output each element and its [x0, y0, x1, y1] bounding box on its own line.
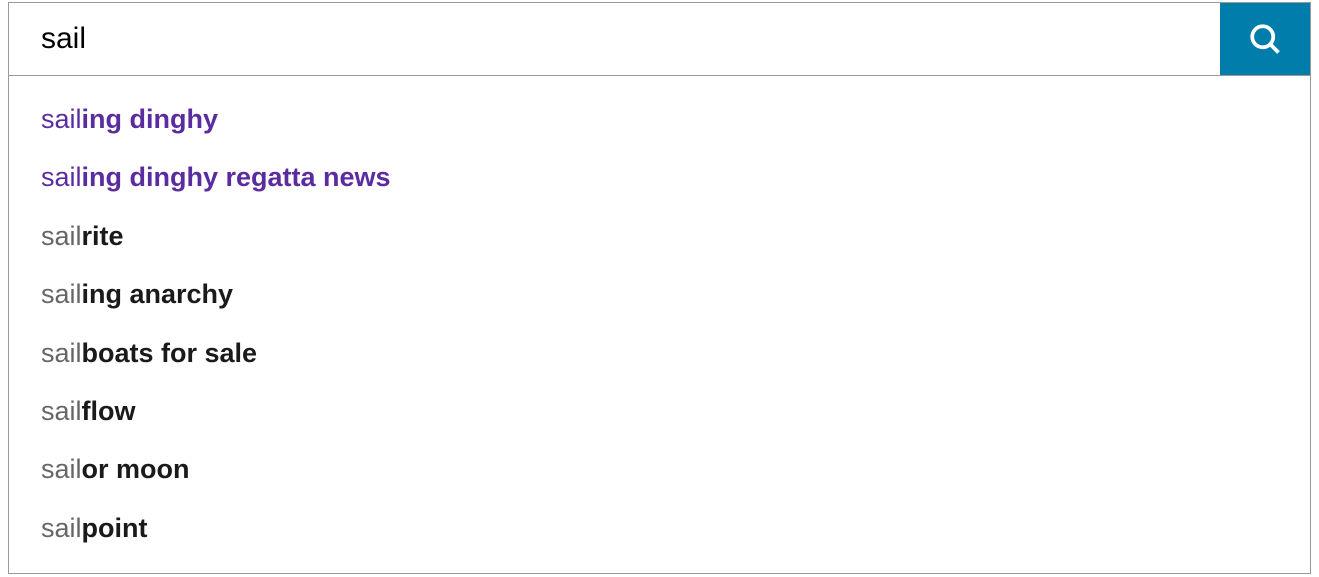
- search-bar: [8, 2, 1311, 76]
- suggestion-completion: or moon: [82, 454, 190, 484]
- search-input[interactable]: [9, 3, 1220, 75]
- suggestion-item[interactable]: sailpoint: [9, 499, 1310, 557]
- suggestion-prefix: sail: [41, 104, 82, 134]
- suggestion-item[interactable]: sailing anarchy: [9, 265, 1310, 323]
- suggestion-completion: boats for sale: [82, 338, 258, 368]
- suggestions-dropdown: sailing dinghy sailing dinghy regatta ne…: [8, 76, 1311, 574]
- search-button[interactable]: [1220, 3, 1310, 75]
- suggestion-item[interactable]: sailrite: [9, 207, 1310, 265]
- search-container: sailing dinghy sailing dinghy regatta ne…: [8, 2, 1311, 574]
- suggestion-item[interactable]: sailor moon: [9, 440, 1310, 498]
- suggestion-item[interactable]: sailflow: [9, 382, 1310, 440]
- suggestion-prefix: sail: [41, 162, 82, 192]
- suggestion-prefix: sail: [41, 396, 82, 426]
- suggestion-completion: flow: [82, 396, 136, 426]
- search-icon: [1247, 21, 1283, 57]
- suggestion-prefix: sail: [41, 513, 82, 543]
- suggestion-prefix: sail: [41, 454, 82, 484]
- suggestion-completion: point: [82, 513, 148, 543]
- suggestion-item[interactable]: sailing dinghy: [9, 90, 1310, 148]
- suggestion-item[interactable]: sailing dinghy regatta news: [9, 148, 1310, 206]
- suggestion-completion: rite: [82, 221, 124, 251]
- suggestion-prefix: sail: [41, 279, 82, 309]
- suggestion-completion: ing dinghy regatta news: [82, 162, 391, 192]
- suggestion-completion: ing anarchy: [82, 279, 234, 309]
- suggestion-prefix: sail: [41, 221, 82, 251]
- suggestion-completion: ing dinghy: [82, 104, 218, 134]
- suggestion-prefix: sail: [41, 338, 82, 368]
- suggestion-item[interactable]: sailboats for sale: [9, 324, 1310, 382]
